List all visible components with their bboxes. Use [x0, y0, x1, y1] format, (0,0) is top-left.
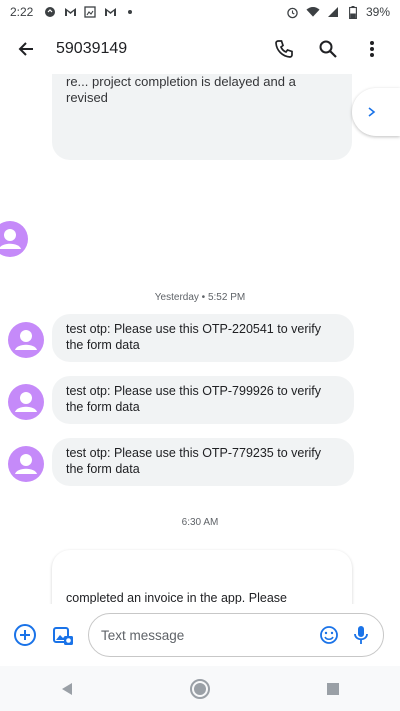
message-bubble[interactable]: test otp: Please use this OTP-220541 to … [52, 314, 354, 362]
status-time: 2:22 [10, 5, 34, 19]
message-input[interactable] [101, 627, 313, 643]
message-text: completed an invoice in the app. Please [66, 591, 287, 604]
contact-avatar[interactable] [8, 446, 44, 482]
gmail-icon [63, 5, 77, 19]
phone-icon [275, 40, 293, 58]
battery-icon [346, 5, 360, 19]
status-right: 39% [286, 5, 390, 19]
nav-home-icon [189, 678, 210, 699]
emoji-button[interactable] [313, 619, 345, 651]
search-icon [319, 40, 337, 58]
person-icon [15, 454, 37, 474]
message-bubble-cut-top[interactable]: July 02, 2020 as the planned ... softwar… [52, 74, 352, 160]
gmail-icon-2 [103, 5, 117, 19]
add-attachment-button[interactable] [6, 616, 44, 654]
message-row: test otp: Please use this OTP-779235 to … [0, 438, 400, 490]
search-button[interactable] [306, 27, 350, 71]
chevron-right-icon [368, 107, 376, 117]
timestamp: Yesterday • 5:52 PM [154, 292, 246, 303]
message-bubble-cut-bottom[interactable]: completed an invoice in the app. Please [52, 550, 352, 604]
gallery-icon [83, 5, 97, 19]
avatar[interactable] [0, 221, 36, 257]
emoji-icon [320, 626, 338, 644]
photo-add-icon [53, 627, 73, 645]
person-icon [15, 392, 37, 412]
message-row: test otp: Please use this OTP-220541 to … [0, 314, 400, 366]
call-button[interactable] [262, 27, 306, 71]
message-row: test otp: Please use this OTP-799926 to … [0, 376, 400, 428]
conversation-title: 59039149 [56, 40, 128, 57]
status-left: 2:22 [10, 5, 137, 19]
arrow-back-icon [18, 42, 33, 56]
message-text: test otp: Please use this OTP-220541 to … [66, 322, 321, 352]
conversation[interactable]: July 02, 2020 as the planned ... softwar… [0, 74, 400, 604]
message-bubble[interactable]: test otp: Please use this OTP-799926 to … [52, 376, 354, 424]
scroll-to-bottom-button[interactable] [352, 88, 400, 136]
person-icon [15, 330, 37, 350]
message-text: July 02, 2020 as the planned ... softwar… [66, 74, 296, 105]
dot-icon [123, 5, 137, 19]
more-options-button[interactable] [350, 27, 394, 71]
message-field [88, 613, 384, 657]
more-vert-icon [370, 41, 374, 57]
contact-avatar [0, 221, 28, 257]
nav-home-button[interactable] [180, 669, 220, 709]
compose-bar [0, 604, 400, 666]
status-bar: 2:22 39% [0, 0, 400, 24]
navigation-bar [0, 666, 400, 711]
nav-back-button[interactable] [47, 669, 87, 709]
battery-percent: 39% [365, 5, 390, 19]
mic-icon [354, 626, 368, 644]
back-button[interactable] [2, 25, 50, 73]
nav-back-icon [61, 682, 72, 695]
app-bar: 59039149 [0, 24, 400, 74]
message-text: test otp: Please use this OTP-779235 to … [66, 446, 321, 476]
alarm-icon [286, 5, 300, 19]
person-icon [0, 229, 21, 249]
nav-recents-button[interactable] [313, 669, 353, 709]
message-bubble[interactable]: test otp: Please use this OTP-779235 to … [52, 438, 354, 486]
add-circle-icon [14, 624, 36, 646]
gallery-button[interactable] [44, 616, 82, 654]
signal-icon [326, 5, 340, 19]
timestamp: 6:30 AM [181, 517, 219, 528]
nav-recents-icon [327, 682, 340, 695]
voice-input-button[interactable] [345, 619, 377, 651]
sync-icon [43, 5, 57, 19]
wifi-icon [306, 5, 320, 19]
message-text: test otp: Please use this OTP-799926 to … [66, 384, 321, 414]
contact-avatar[interactable] [8, 384, 44, 420]
app-actions [262, 27, 394, 71]
contact-avatar[interactable] [8, 322, 44, 358]
